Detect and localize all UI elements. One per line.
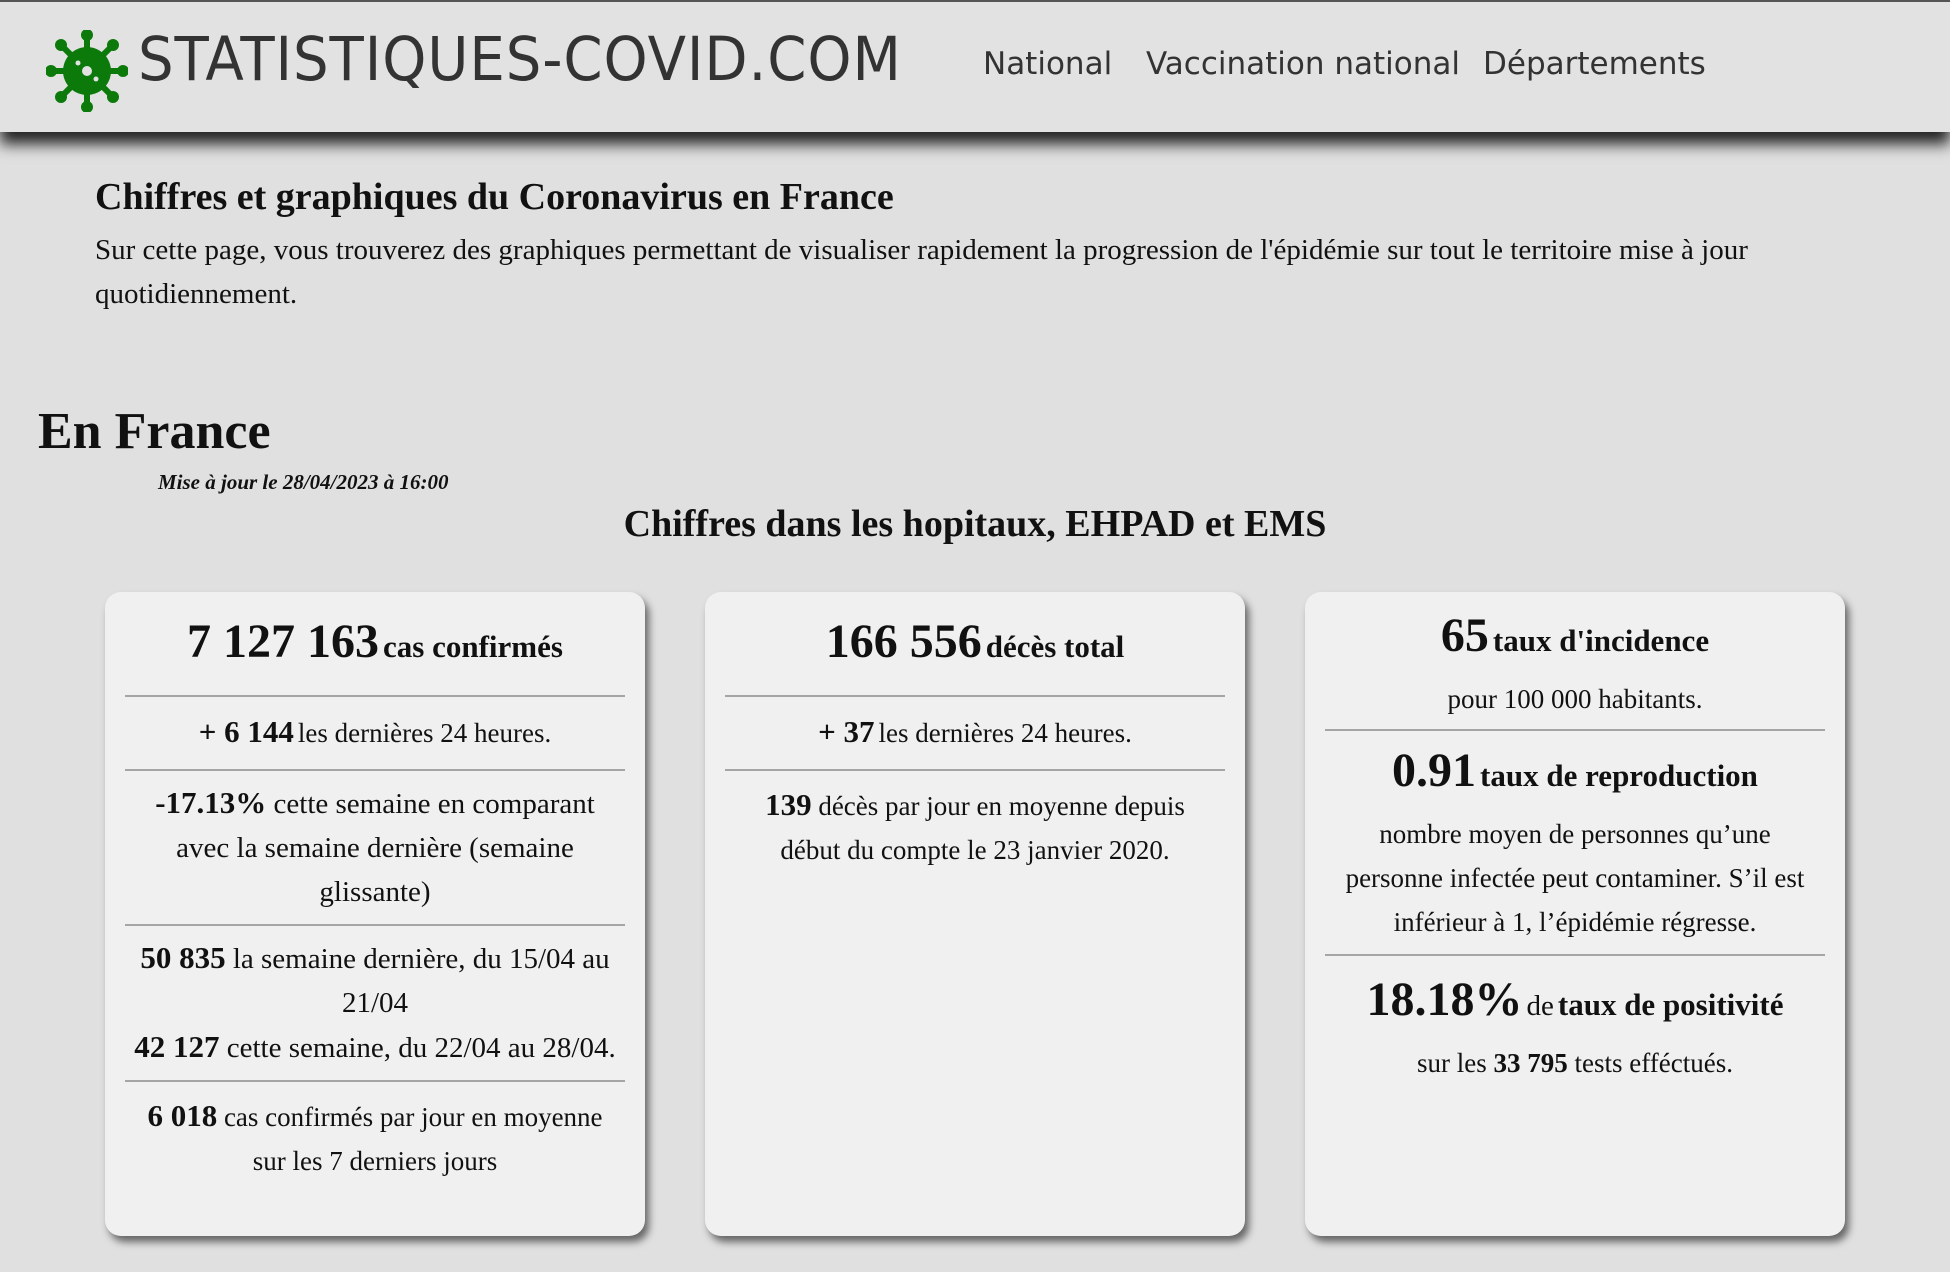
virus-logo-icon[interactable]: [46, 30, 128, 112]
this-week-label: cette semaine, du 22/04 au 28/04.: [226, 1032, 616, 1064]
reproduction-rate-label: taux de reproduction: [1480, 758, 1758, 793]
nav-link-departements[interactable]: Départements: [1483, 46, 1706, 82]
cases-daily-average-label: cas confirmés par jour en moyenne sur le…: [223, 1102, 603, 1176]
site-header: STATISTIQUES-COVID.COM National Vaccinat…: [0, 0, 1950, 132]
deaths-daily: 37: [843, 714, 875, 749]
deaths-daily-prefix: +: [818, 714, 844, 749]
cases-total: 7 127 163: [187, 615, 380, 668]
section-title: En France: [38, 403, 271, 460]
reproduction-rate: 0.91: [1392, 744, 1477, 797]
cases-card: 7 127 163 cas confirmés + 6 144 les dern…: [105, 592, 645, 1236]
tests-count: 33 795: [1493, 1048, 1568, 1078]
cases-daily-average: 6 018: [147, 1098, 218, 1133]
deaths-daily-label: les dernières 24 heures.: [878, 718, 1132, 748]
intro-title: Chiffres et graphiques du Coronavirus en…: [95, 176, 894, 218]
tests-suffix: tests efféctués.: [1574, 1048, 1733, 1078]
deaths-daily-average: 139: [765, 787, 812, 822]
deaths-total: 166 556: [825, 615, 982, 668]
incidence-rate-label: taux d'incidence: [1492, 623, 1710, 658]
cases-weekly-change: -17.13%: [155, 785, 267, 820]
deaths-card: 166 556 décès total + 37 les dernières 2…: [705, 592, 1245, 1236]
positivity-rate-mid: de: [1526, 990, 1554, 1022]
section-subtitle: Chiffres dans les hopitaux, EHPAD et EMS: [623, 503, 1327, 545]
deaths-total-label: décès total: [985, 629, 1125, 664]
nav-link-vaccination-national[interactable]: Vaccination national: [1146, 46, 1460, 82]
last-week-cases: 50 835: [140, 940, 226, 975]
incidence-rate: 65: [1440, 609, 1489, 662]
cases-daily: 6 144: [224, 714, 294, 749]
update-timestamp: Mise à jour le 28/04/2023 à 16:00: [158, 470, 449, 494]
incidence-rate-sub: pour 100 000 habitants.: [1447, 684, 1703, 714]
site-title[interactable]: STATISTIQUES-COVID.COM: [138, 24, 902, 95]
tests-prefix: sur les: [1417, 1048, 1487, 1078]
last-week-label: la semaine dernière, du 15/04 au 21/04: [232, 943, 610, 1019]
reproduction-rate-sub: nombre moyen de personnes qu’une personn…: [1345, 819, 1805, 937]
last-week-row: 50 835 la semaine dernière, du 15/04 au …: [129, 936, 621, 1025]
deaths-daily-average-label: décès par jour en moyenne depuis début d…: [780, 791, 1185, 865]
positivity-rate-label: taux de positivité: [1557, 987, 1784, 1022]
rates-card: 65 taux d'incidence pour 100 000 habitan…: [1305, 592, 1845, 1236]
nav-link-national[interactable]: National: [983, 46, 1112, 82]
this-week-row: 42 127 cette semaine, du 22/04 au 28/04.: [129, 1025, 621, 1070]
positivity-rate: 18.18%: [1366, 973, 1523, 1026]
cases-total-label: cas confirmés: [383, 629, 563, 664]
intro-text: Sur cette page, vous trouverez des graph…: [95, 234, 1748, 310]
cases-daily-label: les dernières 24 heures.: [297, 718, 552, 748]
this-week-cases: 42 127: [134, 1029, 220, 1064]
cases-daily-prefix: +: [198, 714, 225, 749]
